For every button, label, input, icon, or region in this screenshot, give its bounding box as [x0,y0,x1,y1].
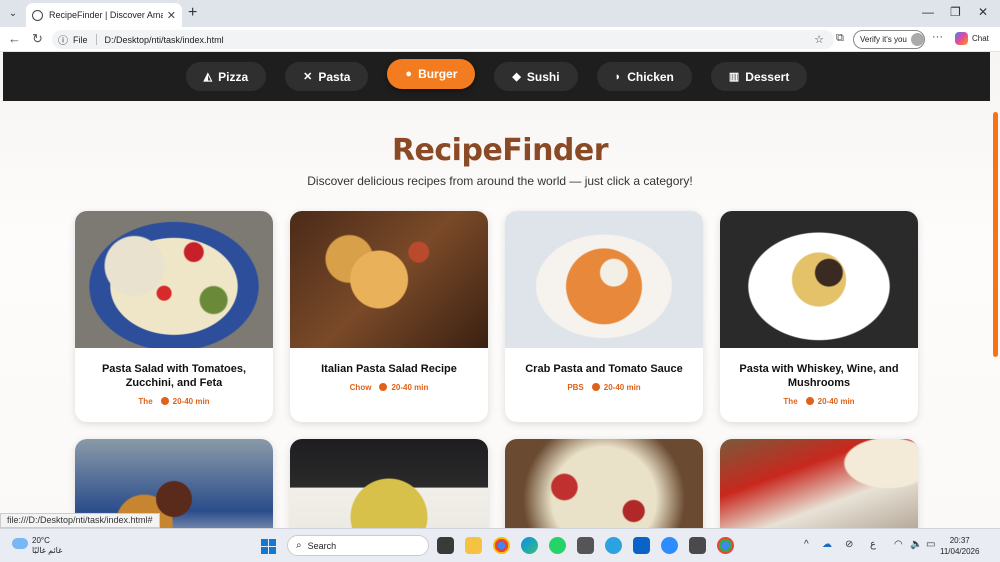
task-view-icon[interactable] [437,537,454,554]
category-nav: ◭ Pizza ✕ Pasta ● Burger ◆ Sushi ◗ Chicken ▥ D… [3,52,990,101]
volume-icon[interactable]: 🔈 [910,539,922,550]
mic-muted-icon[interactable]: ⊘ [845,539,853,550]
fork-knife-icon: ✕ [303,71,313,83]
recipe-image [505,439,703,528]
browser-tab-bar: ⌄ RecipeFinder | Discover Amazing R ✕ + … [0,0,1000,27]
tab-list-dropdown-icon[interactable]: ⌄ [4,5,22,22]
app-icon[interactable] [689,537,706,554]
file-info-icon: ⓘ [58,36,68,47]
recipe-name: Italian Pasta Salad Recipe [321,363,457,375]
verify-profile-button[interactable]: Verify it's you [853,30,925,49]
reload-icon[interactable]: ↻ [32,31,43,47]
whatsapp-icon[interactable] [549,537,566,554]
status-link-preview: file:///D:/Desktop/nti/task/index.html# [0,513,160,528]
back-icon[interactable]: ← [8,31,21,46]
copilot-chat-button[interactable]: Chat [955,32,989,45]
zoom-icon[interactable] [661,537,678,554]
page-viewport: ◭ Pizza ✕ Pasta ● Burger ◆ Sushi ◗ Chicken ▥ D… [0,52,1000,528]
edge-icon[interactable] [521,537,538,554]
nav-item-chicken[interactable]: ◗ Chicken [596,62,692,91]
nav-item-sushi[interactable]: ◆ Sushi [494,62,578,91]
address-bar-row: ← ↻ ⓘ File D:/Desktop/nti/task/index.htm… [0,27,1000,52]
page-subtitle: Discover delicious recipes from around t… [307,174,693,188]
cloud-icon [12,538,28,549]
chrome-profile-icon[interactable] [717,537,734,554]
recipe-card[interactable]: Crab Pasta and Tomato Sauce PBS 20-40 min [505,211,703,422]
recipe-name: Crab Pasta and Tomato Sauce [525,363,683,375]
recipe-meta: The 20-40 min [783,397,855,406]
recipe-card[interactable] [720,439,918,528]
favorite-star-icon[interactable]: ☆ [814,33,824,46]
new-tab-button[interactable]: + [188,4,197,22]
telegram-icon[interactable] [605,537,622,554]
wifi-icon[interactable]: ◠ [894,539,903,550]
minimize-button[interactable]: — [922,5,934,19]
tab-title: RecipeFinder | Discover Amazing R [49,10,163,20]
page-title: RecipeFinder [391,133,609,168]
store-icon[interactable] [577,537,594,554]
fish-icon: ◆ [512,71,521,83]
recipe-image [290,211,488,348]
close-window-button[interactable]: ✕ [978,5,988,19]
url-text: D:/Desktop/nti/task/index.html [104,34,224,45]
start-button[interactable] [261,539,276,554]
recipe-image [720,211,918,348]
maximize-button[interactable]: ❐ [950,5,961,19]
extensions-icon[interactable]: ⧉ [836,32,844,45]
search-icon: ⌕ [296,540,302,551]
recipe-image [75,211,273,348]
clock[interactable]: 20:37 11/04/2026 [940,535,979,557]
nav-item-dessert[interactable]: ▥ Dessert [710,62,808,91]
recipe-card[interactable]: Pasta with Whiskey, Wine, and Mushrooms … [720,211,918,422]
pizza-icon: ◭ [203,71,213,83]
chrome-icon[interactable] [493,537,510,554]
taskbar-search[interactable]: ⌕ Search [287,535,429,556]
clock-icon [379,383,388,391]
page-scrollbar[interactable] [993,112,998,357]
nav-item-pasta[interactable]: ✕ Pasta [285,62,369,91]
burger-icon: ● [405,68,413,80]
cake-icon: ▥ [728,71,740,83]
more-menu-icon[interactable]: ··· [932,31,943,43]
taskbar: 20°C غائم غالبًا ⌕ Search ^ ☁ ⊘ ع ◠ 🔈 ▭ 2… [0,528,1000,562]
recipe-name: Pasta Salad with Tomatoes, Zucchini, and… [101,363,247,389]
recipe-card[interactable] [505,439,703,528]
recipe-image [720,439,918,528]
clock-icon [160,397,169,405]
battery-icon[interactable]: ▭ [926,539,935,550]
nav-item-pizza[interactable]: ◭ Pizza [185,62,267,91]
nav-item-burger[interactable]: ● Burger [387,59,476,89]
url-field[interactable]: ⓘ File D:/Desktop/nti/task/index.html ☆ [52,30,834,49]
close-tab-icon[interactable]: ✕ [167,9,176,22]
outlook-icon[interactable] [633,537,650,554]
clock-icon [591,383,600,391]
recipe-card[interactable]: Italian Pasta Salad Recipe Chow 20-40 min [290,211,488,422]
file-explorer-icon[interactable] [465,537,482,554]
browser-tab[interactable]: RecipeFinder | Discover Amazing R ✕ [26,3,182,27]
recipe-card[interactable]: Pasta Salad with Tomatoes, Zucchini, and… [75,211,273,422]
weather-widget[interactable]: 20°C غائم غالبًا [12,536,62,556]
recipe-image [290,439,488,528]
language-indicator[interactable]: ع [870,539,876,550]
drumstick-icon: ◗ [614,70,622,83]
url-scheme: File [73,34,88,45]
recipe-name: Pasta with Whiskey, Wine, and Mushrooms [739,363,899,389]
avatar [910,33,924,46]
clock-icon [805,397,814,405]
recipe-card[interactable] [290,439,488,528]
globe-icon [32,9,43,21]
show-hidden-icons[interactable]: ^ [804,539,809,550]
recipe-meta: The 20-40 min [138,397,210,406]
recipe-meta: PBS 20-40 min [567,383,641,392]
onedrive-icon[interactable]: ☁ [822,539,832,550]
copilot-icon [955,32,968,45]
recipe-meta: Chow 20-40 min [349,383,429,392]
recipe-image [505,211,703,348]
